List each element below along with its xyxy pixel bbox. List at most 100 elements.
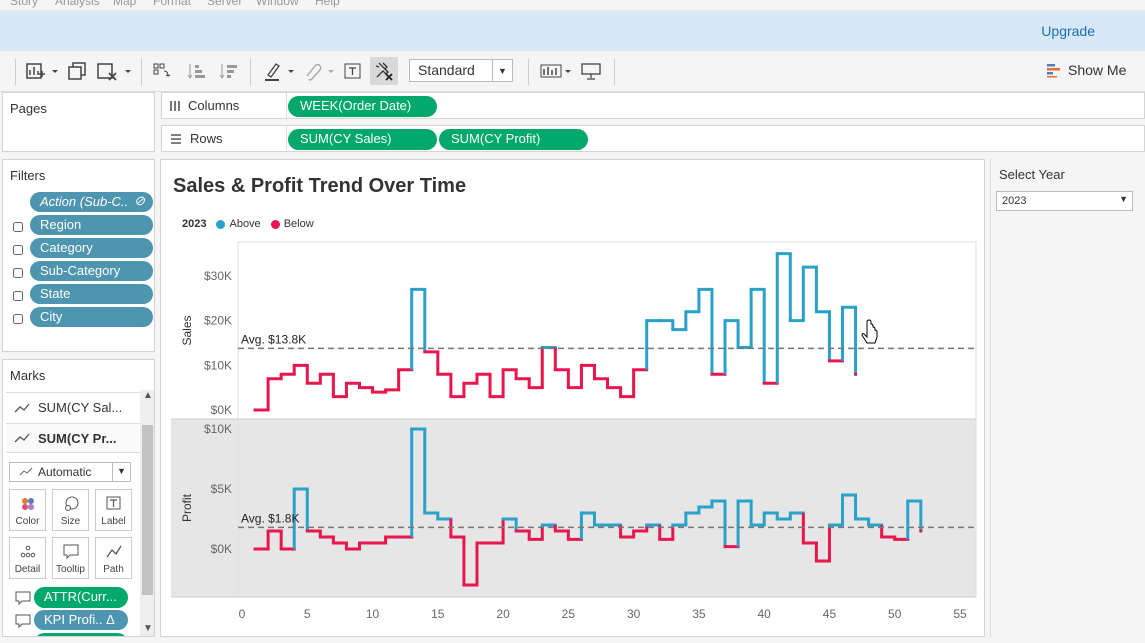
columns-shelf-label: Columns — [170, 98, 239, 113]
menu-item-analysis[interactable]: Analysis — [55, 0, 100, 8]
tooltip-icon — [15, 614, 31, 628]
path-button[interactable]: Path — [95, 537, 132, 579]
filter-pill-action[interactable]: Action (Sub-C.. ⊘ — [30, 192, 153, 212]
scroll-down-icon[interactable]: ▼ — [143, 623, 153, 634]
sort-descending-icon[interactable] — [217, 59, 239, 83]
filter-pill-state[interactable]: State — [30, 284, 153, 304]
x-tick-label: 40 — [758, 607, 772, 621]
mark-type-value: Automatic — [38, 465, 92, 479]
database-icon — [13, 222, 23, 232]
y-tick-label: $10K — [204, 422, 232, 436]
filters-card: Filters Action (Sub-C.. ⊘ Region Categor… — [2, 159, 155, 352]
profit-pane — [237, 418, 977, 598]
marks-measure-label: SUM(CY Sal... — [38, 400, 123, 415]
menu-item-server[interactable]: Server — [207, 0, 242, 8]
duplicate-sheet-icon[interactable] — [66, 59, 88, 83]
x-tick-label: 15 — [431, 607, 445, 621]
select-year-panel: Select Year 2023 ▼ — [990, 159, 1145, 637]
scrollbar-thumb[interactable] — [142, 425, 153, 595]
presentation-mode-icon[interactable] — [579, 59, 603, 83]
y-axis-title: Sales — [180, 315, 194, 345]
line-mark-icon — [14, 403, 30, 412]
show-cards-icon[interactable] — [538, 59, 574, 83]
marks-field-attr[interactable]: ATTR(Curr... — [34, 587, 128, 608]
chevron-down-icon: ▼ — [1119, 194, 1128, 204]
marks-scrollbar[interactable]: ▲ ▼ — [140, 390, 154, 636]
filter-pill-region[interactable]: Region — [30, 215, 153, 235]
color-button[interactable]: Color — [9, 489, 46, 531]
label-button[interactable]: Label — [95, 489, 132, 531]
detail-label: Detail — [14, 564, 41, 575]
columns-shelf[interactable]: Columns WEEK(Order Date) — [161, 92, 1145, 119]
chevron-down-icon: ▼ — [492, 60, 512, 81]
database-icon — [13, 268, 23, 278]
rows-shelf-label: Rows — [170, 131, 223, 146]
filter-pill-city[interactable]: City — [30, 307, 153, 327]
pages-card[interactable]: Pages — [2, 92, 155, 152]
menu-item-story[interactable]: Story — [10, 0, 38, 8]
fit-dropdown-value: Standard — [418, 62, 475, 78]
marks-field-kpi[interactable]: KPI Profi.. Δ — [34, 610, 128, 630]
marks-measure-profit[interactable]: SUM(CY Pr... — [6, 423, 140, 453]
menu-item-window[interactable]: Window — [256, 0, 299, 8]
menu-item-map[interactable]: Map — [113, 0, 136, 8]
marks-measure-label: SUM(CY Pr... — [38, 430, 117, 446]
size-button[interactable]: Size — [52, 489, 89, 531]
rows-shelf[interactable]: Rows SUM(CY Sales) SUM(CY Profit) — [161, 125, 1145, 152]
menu-item-help[interactable]: Help — [315, 0, 340, 8]
x-tick-label: 45 — [823, 607, 837, 621]
year-dropdown[interactable]: 2023 ▼ — [996, 191, 1133, 211]
menu-bar: Story Analysis Map Format Server Window … — [0, 0, 1145, 10]
shelf-divider — [286, 126, 287, 151]
color-icon — [21, 498, 34, 510]
upgrade-link[interactable]: Upgrade — [1041, 23, 1095, 39]
chart[interactable]: $0K $10K $20K $30K Sales Avg. $13.8K $0K $5K $10… — [161, 160, 984, 636]
marks-card: Marks SUM(CY Sal... SUM(CY Pr... ▲ ▼ Aut… — [2, 359, 155, 637]
new-worksheet-icon[interactable] — [25, 59, 59, 83]
swap-rows-columns-icon[interactable] — [150, 59, 172, 83]
toolbar-separator — [250, 59, 251, 85]
database-icon — [13, 291, 23, 301]
select-year-title: Select Year — [999, 167, 1065, 182]
year-dropdown-value: 2023 — [1002, 195, 1027, 207]
sort-ascending-icon[interactable] — [185, 59, 207, 83]
x-tick-label: 35 — [692, 607, 706, 621]
size-label: Size — [60, 516, 81, 527]
toolbar: Standard ▼ Show Me — [0, 51, 1145, 92]
filter-pill-label: Action (Sub-C.. — [40, 194, 129, 209]
show-me-button[interactable]: Show Me — [1046, 62, 1126, 78]
show-mark-labels-icon[interactable] — [342, 59, 364, 83]
scroll-up-icon[interactable]: ▲ — [143, 390, 153, 401]
x-tick-label: 50 — [888, 607, 902, 621]
toolbar-separator — [141, 59, 142, 85]
x-tick-label: 55 — [953, 607, 967, 621]
filters-title: Filters — [10, 168, 46, 183]
x-tick-label: 0 — [239, 607, 246, 621]
toolbar-separator — [15, 59, 16, 85]
rows-label: Rows — [190, 131, 223, 146]
columns-pill-week[interactable]: WEEK(Order Date) — [288, 96, 437, 117]
marks-field-more[interactable] — [34, 633, 128, 636]
rows-pill-sales[interactable]: SUM(CY Sales) — [288, 129, 437, 150]
fit-dropdown[interactable]: Standard ▼ — [409, 59, 513, 82]
filter-pill-sub-category[interactable]: Sub-Category — [30, 261, 153, 281]
viz-container: Sales & Profit Trend Over Time 2023 Abov… — [160, 159, 985, 637]
show-me-label: Show Me — [1068, 62, 1127, 78]
rows-pill-profit[interactable]: SUM(CY Profit) — [439, 129, 588, 150]
detail-button[interactable]: Detail — [9, 537, 46, 579]
chevron-down-icon: ▼ — [112, 463, 130, 481]
tooltip-label: Tooltip — [56, 564, 85, 575]
group-members-icon[interactable] — [302, 59, 336, 83]
y-tick-label: $10K — [204, 358, 232, 372]
mark-type-dropdown[interactable]: Automatic ▼ — [9, 462, 131, 482]
tooltip-button[interactable]: Tooltip — [52, 537, 89, 579]
fix-axes-icon[interactable] — [370, 57, 398, 85]
y-axis-title: Profit — [180, 493, 194, 522]
clear-sheet-icon[interactable] — [96, 59, 132, 83]
menu-item-format[interactable]: Format — [153, 0, 191, 8]
marks-measure-sales[interactable]: SUM(CY Sal... — [6, 392, 140, 422]
y-tick-label: $30K — [204, 269, 232, 283]
average-label: Avg. $1.8K — [241, 511, 300, 525]
highlight-icon[interactable] — [262, 59, 296, 83]
filter-pill-category[interactable]: Category — [30, 238, 153, 258]
